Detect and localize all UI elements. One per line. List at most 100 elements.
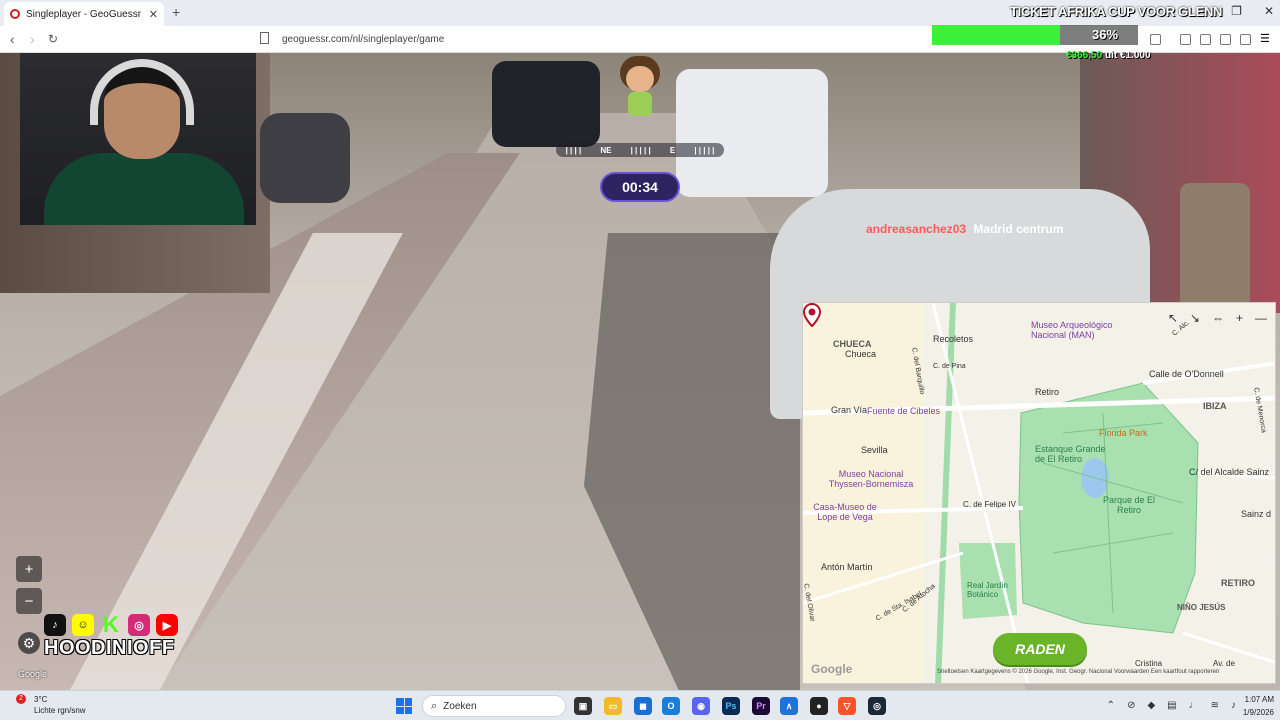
donation-target: uit €1.000 [1104, 50, 1151, 61]
player-avatar [616, 56, 664, 120]
screen: Singleplayer - GeoGuessr ✕ + — ❐ ✕ ‹ › ↻… [0, 0, 1280, 720]
app-tray-icon[interactable]: ◆ [1147, 700, 1155, 711]
chevron-up-icon[interactable]: ⌃ [1107, 700, 1115, 711]
map-label-av-de: Av. de [1213, 659, 1235, 668]
weather-temp: 3°C [34, 695, 48, 704]
map-label-florida-park: Florida Park [1099, 428, 1148, 438]
donation-goal-bar: 36% [932, 25, 1138, 45]
donation-goal-fill [932, 25, 1060, 45]
geoguessr-favicon-icon [10, 9, 20, 19]
microphone-icon[interactable]: ♩ [1189, 700, 1199, 711]
map-label-anton-martin: Antón Martín [821, 562, 873, 572]
wallet-icon[interactable] [1200, 34, 1211, 45]
avatar-face [626, 66, 654, 92]
map-pin-icon[interactable]: ⇔ [1212, 311, 1224, 325]
clock[interactable]: 1:07 AM 1/9/2026 [1243, 693, 1274, 719]
donation-goal-amount: €366,50 uit €1.000 [1066, 50, 1151, 61]
battery-icon[interactable]: ▤ [1167, 700, 1176, 711]
chat-username: andreasanchez03 [866, 222, 967, 236]
store-icon[interactable]: ◼ [634, 697, 652, 715]
map-zoom-in-button[interactable]: + [1236, 311, 1243, 325]
zoom-out-button[interactable]: − [16, 588, 42, 614]
photoshop-icon[interactable]: Ps [722, 697, 740, 715]
map-label-real-jardin: Real Jardín Botánico [967, 581, 1008, 599]
premiere-icon[interactable]: Pr [752, 697, 770, 715]
steam-icon[interactable]: ◎ [868, 697, 886, 715]
map-label-calle-odonnell: Calle de O'Donnell [1149, 369, 1224, 379]
vpn-icon[interactable] [1240, 34, 1251, 45]
reload-icon[interactable]: ↻ [48, 32, 58, 46]
restore-button[interactable]: ❐ [1231, 4, 1242, 18]
chat-message: andreasanchez03 Madrid centrum [866, 222, 1063, 236]
donation-current: €366,50 [1066, 50, 1103, 61]
sidebar-icon[interactable] [1180, 34, 1191, 45]
white-taxi [676, 69, 828, 197]
discord-icon[interactable]: ◉ [692, 697, 710, 715]
map-zoom-out-button[interactable]: — [1255, 311, 1267, 325]
map-label-ibiza: IBIZA [1203, 401, 1227, 411]
outlook-icon[interactable]: O [662, 697, 680, 715]
search-icon: ⌕ [431, 699, 438, 712]
map-label-recoletos: Recoletos [933, 334, 974, 344]
compass: | | | | NE | | | | | E | | | | | [556, 143, 724, 157]
kick-icon: K [103, 612, 119, 637]
file-explorer-icon[interactable]: ▭ [604, 697, 622, 715]
streamer-shirt [44, 153, 244, 225]
map-marker-icon [803, 303, 821, 327]
volume-icon[interactable]: ♪ [1231, 700, 1236, 711]
map-label-nino-jesus: NIÑO JESÚS [1177, 603, 1226, 612]
tab-geoguessr[interactable]: Singleplayer - GeoGuessr ✕ [4, 2, 164, 26]
map-label-sevilla: Sevilla [861, 445, 888, 455]
close-tab-icon[interactable]: ✕ [149, 8, 158, 21]
back-arrow-icon[interactable]: ‹ [10, 31, 15, 47]
compass-ticks: | | | | | [694, 145, 715, 155]
system-tray: ⌃ ⊘ ◆ ▤ ♩ ≋ ♪ [1107, 700, 1236, 711]
pedestrian-right [1180, 183, 1250, 313]
zoom-controls: + − [16, 556, 42, 616]
youtube-icon: ▶ [156, 614, 178, 636]
donation-goal-percent: 36% [1092, 27, 1119, 42]
map-label-chueca: Chueca [845, 349, 877, 359]
black-car [492, 61, 600, 147]
map-expand-icon[interactable]: ↖ [1168, 311, 1178, 325]
taskbar: 2 3°C Lichte rgn/snw ⌕ Zoeken ▣ ▭ ◼ O ◉ … [0, 690, 1280, 720]
map-label-casa-museo: Casa-Museo de Lope de Vega [813, 502, 877, 522]
extension-icon[interactable] [1150, 34, 1161, 45]
zoom-in-button[interactable]: + [16, 556, 42, 582]
forward-arrow-icon[interactable]: › [30, 31, 35, 47]
clock-time: 1:07 AM [1244, 695, 1274, 704]
bookmark-icon[interactable] [260, 32, 269, 44]
task-view-icon[interactable]: ▣ [574, 697, 592, 715]
guess-map[interactable]: ↖ ↘ ⇔ + — lso CHUECA Chueca Recoletos Mu… [802, 302, 1276, 684]
map-label-sainz-d: Sainz d [1241, 509, 1272, 519]
map-label-alcalde-sainz: C/ del Alcalde Sainz [1189, 467, 1270, 477]
windows-start-icon[interactable] [396, 698, 412, 714]
donation-goal-title: TICKET AFRIKA CUP VOOR GLENN [1010, 4, 1223, 19]
map-label-estanque: Estanque Grande de El Retiro [1035, 444, 1106, 464]
compass-ne: NE [600, 145, 612, 155]
map-label-retiro: Retiro [1035, 387, 1060, 397]
close-window-button[interactable]: ✕ [1264, 4, 1274, 18]
menu-icon[interactable]: ☰ [1260, 32, 1271, 45]
snapchat-icon: ☺ [72, 614, 94, 636]
gear-icon[interactable]: ⚙ [18, 632, 40, 654]
map-label-felipe: C. de Felipe IV [963, 500, 1016, 509]
brave-icon[interactable]: ▽ [838, 697, 856, 715]
wifi-icon[interactable]: ≋ [1211, 700, 1219, 711]
social-icons: ♪ ☺ K ◎ ▶ [44, 612, 178, 637]
taskbar-search[interactable]: ⌕ Zoeken [422, 695, 566, 717]
map-label-cristina: Cristina [1135, 659, 1163, 668]
guess-button[interactable]: RADEN [993, 633, 1087, 665]
network-off-icon[interactable]: ⊘ [1127, 700, 1135, 711]
map-shrink-icon[interactable]: ↘ [1190, 311, 1200, 325]
map-background [803, 303, 1275, 683]
new-tab-button[interactable]: + [172, 4, 180, 20]
weather-widget[interactable]: 2 3°C Lichte rgn/snw [16, 694, 86, 716]
leo-icon[interactable] [1220, 34, 1231, 45]
url-field[interactable]: geoguessr.com/nl/singleplayer/game [282, 34, 444, 45]
obs-icon[interactable]: ● [810, 697, 828, 715]
avatar-body [628, 92, 652, 116]
round-timer: 00:34 [600, 172, 680, 202]
map-attribution[interactable]: Sneltoetsen Kaartgegevens © 2026 Google,… [937, 669, 1219, 675]
app-icon[interactable]: ∧ [780, 697, 798, 715]
